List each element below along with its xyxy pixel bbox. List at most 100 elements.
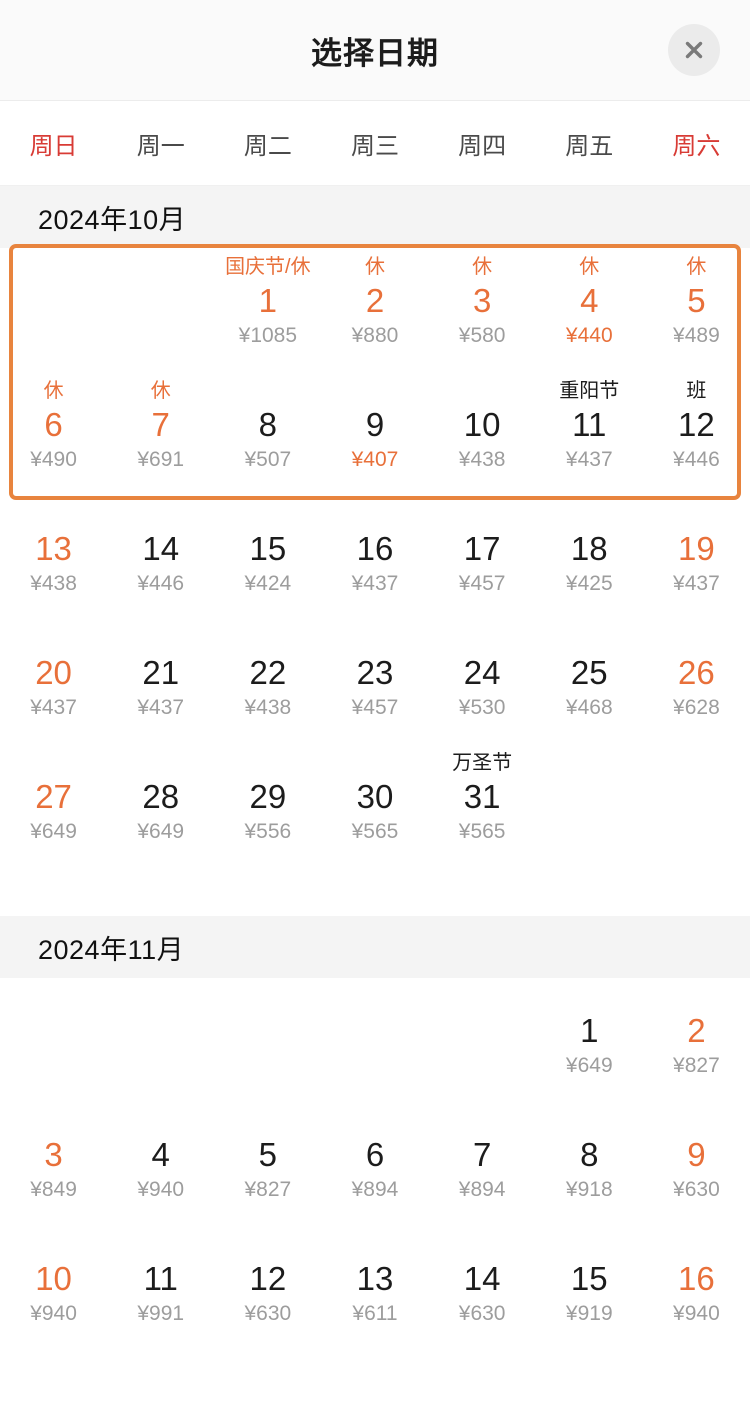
day-price: ¥630 — [458, 1302, 506, 1325]
week-row: 13 ¥438 14 ¥446 15 ¥424 16 ¥437 17 ¥457 18 ¥425 19 ¥4… — [0, 496, 750, 620]
day-number: 16 — [356, 530, 394, 567]
day-cell[interactable]: 23 ¥457 — [321, 620, 428, 744]
month-title: 2024年11月 — [38, 934, 185, 965]
week-row: 10 ¥940 11 ¥991 12 ¥630 13 ¥611 14 ¥630 15 ¥919 16 ¥9… — [0, 1226, 750, 1350]
day-cell[interactable]: 12 ¥630 — [214, 1226, 321, 1350]
day-cell[interactable]: 休 4 ¥440 — [536, 248, 643, 372]
day-cell[interactable]: 25 ¥468 — [536, 620, 643, 744]
day-cell[interactable]: 班 12 ¥446 — [643, 372, 750, 496]
day-cell[interactable]: 休 6 ¥490 — [0, 372, 107, 496]
day-cell[interactable]: 2 ¥827 — [643, 978, 750, 1102]
day-price: ¥489 — [673, 324, 720, 347]
day-cell[interactable]: 16 ¥940 — [643, 1226, 750, 1350]
day-cell[interactable]: 21 ¥437 — [107, 620, 214, 744]
weekday-6: 周六 — [672, 132, 721, 160]
day-cell[interactable]: 14 ¥446 — [107, 496, 214, 620]
day-cell[interactable]: 19 ¥437 — [643, 496, 750, 620]
day-cell[interactable]: 国庆节/休 1 ¥1085 — [214, 248, 321, 372]
day-cell[interactable]: 13 ¥611 — [321, 1226, 428, 1350]
day-cell[interactable]: 5 ¥827 — [214, 1102, 321, 1226]
day-number: 30 — [356, 778, 394, 815]
day-price: ¥940 — [30, 1302, 77, 1325]
day-price: ¥894 — [458, 1178, 506, 1201]
day-number: 12 — [249, 1260, 287, 1297]
day-cell[interactable]: 8 ¥507 — [214, 372, 321, 496]
day-number: 4 — [580, 282, 599, 319]
close-icon — [681, 37, 707, 63]
day-number: 16 — [678, 1260, 715, 1297]
day-cell[interactable]: 10 ¥438 — [429, 372, 536, 496]
day-number: 7 — [472, 1136, 492, 1173]
day-number: 26 — [678, 654, 715, 691]
day-price: ¥580 — [458, 324, 506, 347]
day-label: 班 — [686, 380, 707, 402]
day-price: ¥630 — [244, 1302, 292, 1325]
day-cell[interactable]: 重阳节 11 ¥437 — [536, 372, 643, 496]
day-cell[interactable]: 休 2 ¥880 — [321, 248, 428, 372]
day-cell[interactable]: 15 ¥424 — [214, 496, 321, 620]
day-cell[interactable]: 20 ¥437 — [0, 620, 107, 744]
day-cell[interactable]: 28 ¥649 — [107, 744, 214, 868]
day-cell[interactable]: 休 7 ¥691 — [107, 372, 214, 496]
day-cell[interactable]: 1 ¥649 — [536, 978, 643, 1102]
day-price: ¥437 — [30, 696, 77, 719]
day-price: ¥457 — [458, 572, 506, 595]
day-cell[interactable]: 14 ¥630 — [429, 1226, 536, 1350]
day-price: ¥425 — [565, 572, 613, 595]
day-label: 重阳节 — [559, 380, 620, 402]
month-header: 2024年10月 — [0, 186, 750, 248]
weekday-2: 周二 — [243, 132, 292, 160]
day-cell[interactable]: 10 ¥940 — [0, 1226, 107, 1350]
day-cell[interactable]: 3 ¥849 — [0, 1102, 107, 1226]
month-grid: 1 ¥649 2 ¥827 3 ¥849 4 ¥940 5 ¥827 6 ¥894 7 ¥894 8 ¥918… — [0, 978, 750, 1350]
day-number: 15 — [249, 530, 287, 567]
day-cell[interactable]: 15 ¥919 — [536, 1226, 643, 1350]
close-button[interactable] — [668, 24, 720, 76]
day-number: 3 — [472, 282, 492, 319]
weekday-3: 周三 — [350, 132, 399, 160]
day-cell[interactable]: 万圣节 31 ¥565 — [429, 744, 536, 868]
day-price: ¥556 — [244, 820, 292, 843]
day-label: 休 — [150, 380, 171, 402]
day-cell[interactable]: 8 ¥918 — [536, 1102, 643, 1226]
day-cell[interactable]: 13 ¥438 — [0, 496, 107, 620]
day-cell[interactable]: 30 ¥565 — [321, 744, 428, 868]
day-cell[interactable]: 9 ¥630 — [643, 1102, 750, 1226]
day-cell[interactable]: 24 ¥530 — [429, 620, 536, 744]
day-cell[interactable]: 休 3 ¥580 — [429, 248, 536, 372]
day-cell[interactable]: 29 ¥556 — [214, 744, 321, 868]
month-separator — [0, 868, 750, 916]
day-cell[interactable]: 9 ¥407 — [321, 372, 428, 496]
day-price: ¥407 — [351, 448, 399, 471]
day-cell[interactable]: 26 ¥628 — [643, 620, 750, 744]
day-number: 1 — [580, 1012, 599, 1049]
day-cell[interactable]: 7 ¥894 — [429, 1102, 536, 1226]
day-label: 万圣节 — [452, 752, 513, 774]
weekday-4: 周四 — [458, 132, 507, 160]
day-number: 13 — [35, 530, 72, 567]
day-price: ¥438 — [244, 696, 292, 719]
day-price: ¥940 — [137, 1178, 185, 1201]
day-price: ¥611 — [352, 1302, 398, 1325]
day-cell[interactable]: 11 ¥991 — [107, 1226, 214, 1350]
day-label: 国庆节/休 — [225, 256, 311, 278]
day-cell[interactable]: 17 ¥457 — [429, 496, 536, 620]
day-number: 2 — [365, 282, 385, 319]
week-row: 1 ¥649 2 ¥827 — [0, 978, 750, 1102]
day-cell[interactable]: 4 ¥940 — [107, 1102, 214, 1226]
day-number: 11 — [143, 1260, 178, 1297]
day-cell[interactable]: 16 ¥437 — [321, 496, 428, 620]
day-cell[interactable]: 休 5 ¥489 — [643, 248, 750, 372]
day-price: ¥490 — [30, 448, 77, 471]
day-price: ¥446 — [673, 448, 720, 471]
day-price: ¥530 — [458, 696, 506, 719]
day-cell[interactable]: 18 ¥425 — [536, 496, 643, 620]
day-number: 20 — [35, 654, 72, 691]
week-row: 27 ¥649 28 ¥649 29 ¥556 30 ¥565 万圣节 31 ¥565 — [0, 744, 750, 868]
day-cell[interactable]: 6 ¥894 — [321, 1102, 428, 1226]
day-cell[interactable]: 22 ¥438 — [214, 620, 321, 744]
page-title: 选择日期 — [311, 35, 439, 71]
day-cell[interactable]: 27 ¥649 — [0, 744, 107, 868]
day-price: ¥457 — [351, 696, 399, 719]
day-price: ¥628 — [673, 696, 720, 719]
